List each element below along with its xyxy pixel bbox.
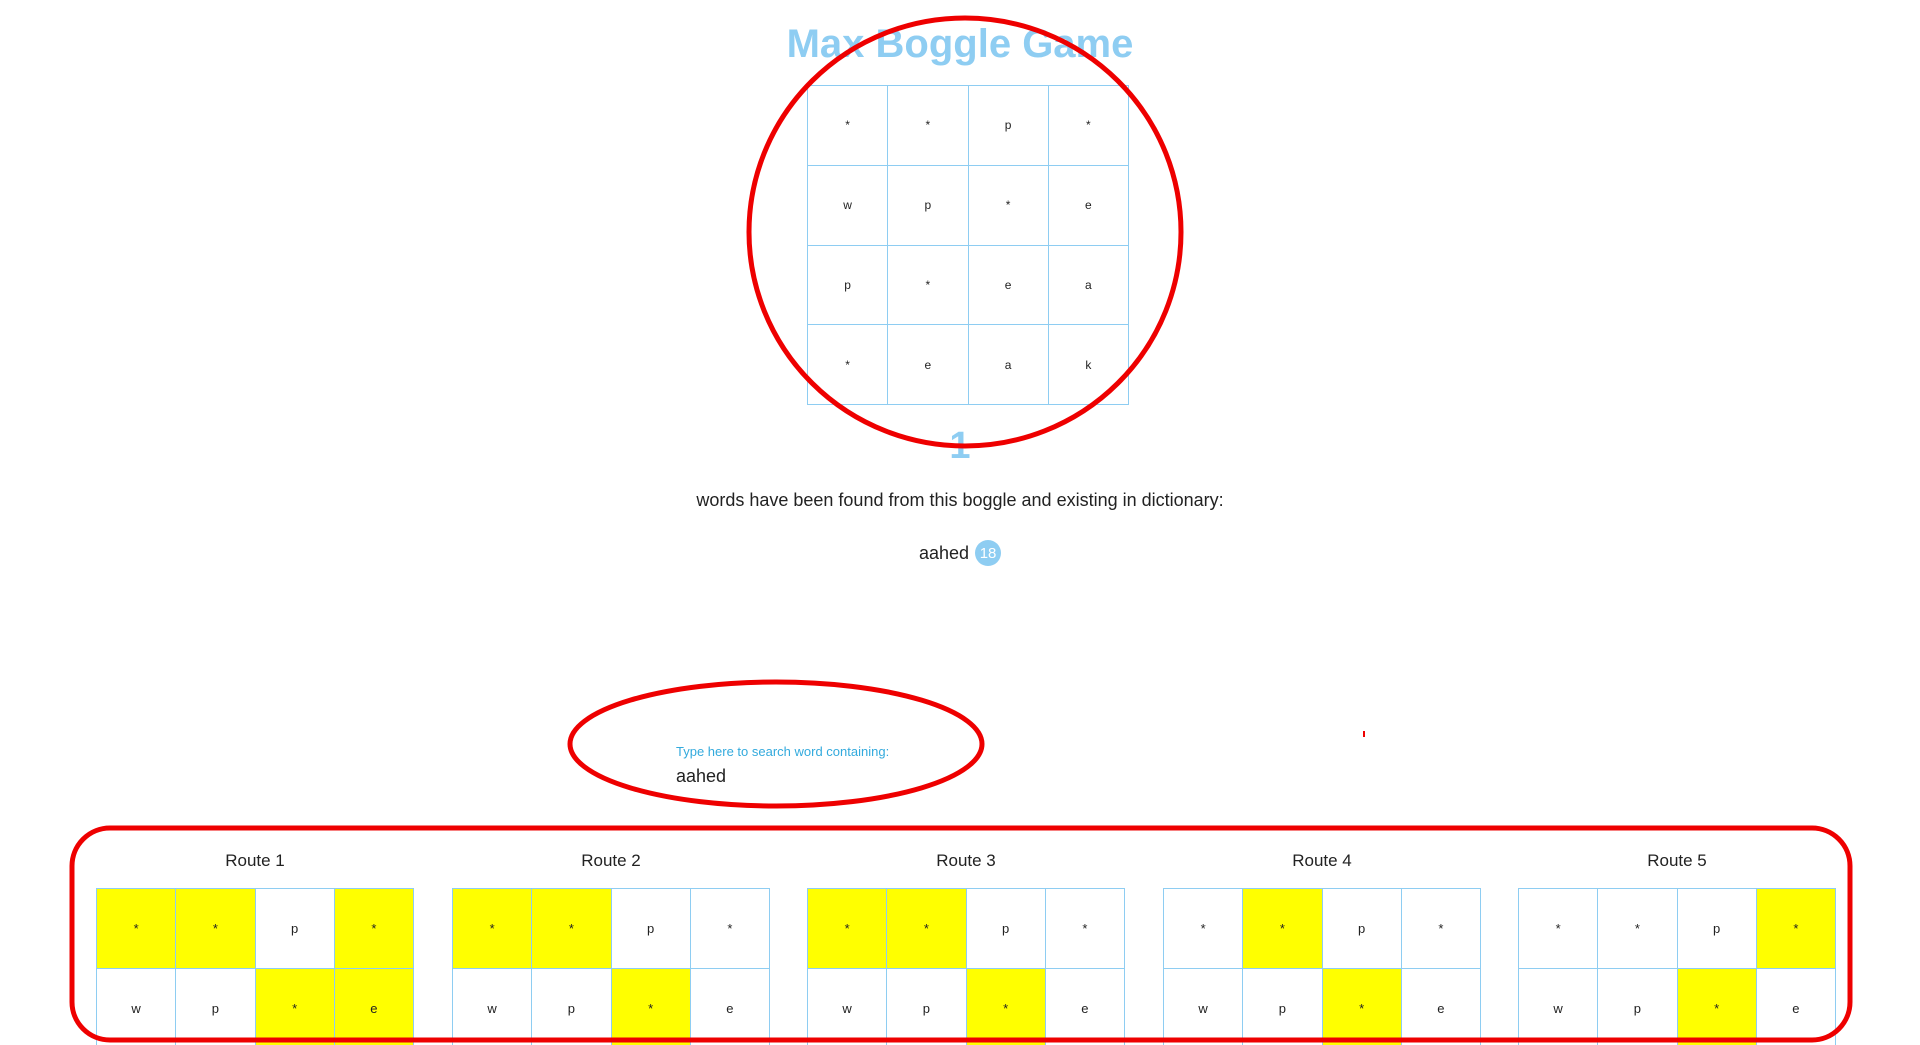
board-cell: * [968, 165, 1049, 246]
board-cell: a [1048, 245, 1129, 326]
route-cell: p [1677, 889, 1757, 969]
route-cell: * [1045, 889, 1125, 969]
route-cell: * [1519, 889, 1599, 969]
route-cell: p [1598, 969, 1678, 1045]
route-cell: e [1756, 969, 1836, 1045]
route-grid: * * p * w p * e [1518, 888, 1836, 1045]
route-cell: p [255, 889, 335, 969]
route-cell: w [97, 969, 177, 1045]
route-cell-highlighted: * [334, 889, 414, 969]
page: Max Boggle Game * * p * w p * e p * e a … [0, 0, 1920, 1045]
route-cell: w [453, 969, 533, 1045]
word-count: 1 [949, 425, 971, 467]
route-cell-highlighted: * [532, 889, 612, 969]
board-cell: p [888, 165, 969, 246]
route-cell: p [532, 969, 612, 1045]
route-grid: * * p * w p * e [807, 888, 1125, 1045]
board-cell: w [808, 165, 889, 246]
found-word-link[interactable]: aahed [919, 543, 969, 564]
route-cell: * [1598, 889, 1678, 969]
board-cell: * [808, 86, 889, 166]
route-cell-highlighted: * [453, 889, 533, 969]
found-words-list: aahed 18 [0, 540, 1920, 566]
route-cell-highlighted: * [966, 969, 1046, 1045]
route-cell: p [1322, 889, 1402, 969]
route-cell: * [1164, 889, 1244, 969]
route-cell: * [690, 889, 770, 969]
boggle-board: * * p * w p * e p * e a * e a k [807, 85, 1129, 405]
route-cell-highlighted: * [1677, 969, 1757, 1045]
board-cell: a [968, 325, 1049, 405]
route-cell-highlighted: e [334, 969, 414, 1045]
search-input[interactable] [676, 766, 936, 787]
route-cell: p [966, 889, 1046, 969]
route-title: Route 5 [1647, 851, 1707, 870]
results-description: words have been found from this boggle a… [696, 490, 1224, 510]
route-2: Route 2 * * p * w p * e [452, 850, 770, 1045]
route-cell: e [690, 969, 770, 1045]
word-count-badge: 18 [975, 540, 1002, 566]
search-field: Type here to search word containing: [676, 744, 976, 787]
route-grid: * * p * w p * e [452, 888, 770, 1045]
board-cell: * [1048, 86, 1129, 166]
board-cell: * [888, 245, 969, 326]
route-4: Route 4 * * p * w p * e [1163, 850, 1481, 1045]
route-cell-highlighted: * [1322, 969, 1402, 1045]
route-title: Route 2 [581, 851, 641, 870]
route-cell: p [1243, 969, 1323, 1045]
route-3: Route 3 * * p * w p * e [807, 850, 1125, 1045]
route-cell: p [176, 969, 256, 1045]
route-cell: w [808, 969, 888, 1045]
board-cell: p [968, 86, 1049, 166]
board-cell: * [888, 86, 969, 166]
board-cell: e [968, 245, 1049, 326]
route-cell-highlighted: * [1243, 889, 1323, 969]
route-grid: * * p * w p * e [96, 888, 414, 1045]
page-title: Max Boggle Game [786, 22, 1134, 66]
route-cell-highlighted: * [611, 969, 691, 1045]
search-label: Type here to search word containing: [676, 744, 890, 759]
board-cell: p [808, 245, 889, 326]
route-title: Route 3 [936, 851, 996, 870]
route-1: Route 1 * * p * w p * e [96, 850, 414, 1045]
route-cell: w [1164, 969, 1244, 1045]
route-cell: e [1401, 969, 1481, 1045]
route-cell: e [1045, 969, 1125, 1045]
route-5: Route 5 * * p * w p * e [1518, 850, 1836, 1045]
route-cell-highlighted: * [887, 889, 967, 969]
route-cell-highlighted: * [255, 969, 335, 1045]
board-cell: e [1048, 165, 1129, 246]
route-cell: p [887, 969, 967, 1045]
route-cell-highlighted: * [808, 889, 888, 969]
route-cell-highlighted: * [176, 889, 256, 969]
routes-panel: Route 1 * * p * w p * e Route 2 * * p * w p * e Route 3 * * p… [96, 850, 1838, 1045]
route-title: Route 4 [1292, 851, 1352, 870]
route-cell-highlighted: * [1756, 889, 1836, 969]
board-cell: * [808, 325, 889, 405]
route-title: Route 1 [225, 851, 285, 870]
route-cell: * [1401, 889, 1481, 969]
board-cell: k [1048, 325, 1129, 405]
board-cell: e [888, 325, 969, 405]
route-cell: w [1519, 969, 1599, 1045]
route-cell: p [611, 889, 691, 969]
route-grid: * * p * w p * e [1163, 888, 1481, 1045]
route-cell-highlighted: * [97, 889, 177, 969]
